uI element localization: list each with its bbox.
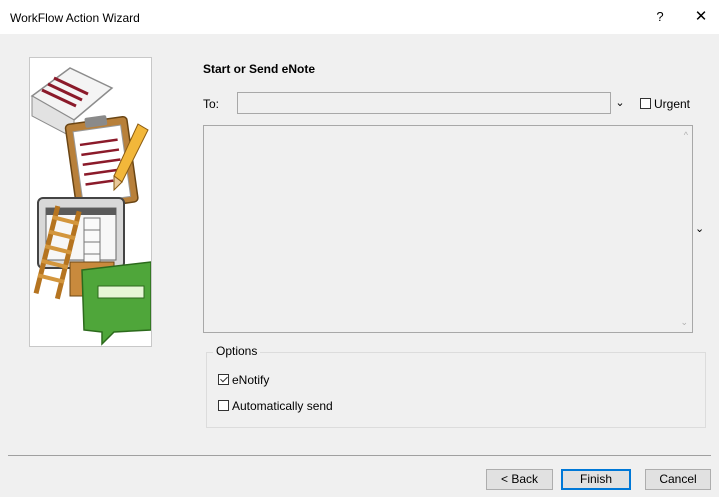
back-button[interactable]: < Back (486, 469, 553, 490)
urgent-checkbox-option[interactable]: Urgent (640, 96, 690, 111)
help-button[interactable]: ? (650, 7, 670, 27)
to-dropdown-chevron-down-icon[interactable]: ⌄ (612, 92, 628, 114)
options-group (206, 352, 706, 428)
window-title: WorkFlow Action Wizard (10, 11, 140, 25)
urgent-checkbox[interactable] (640, 98, 651, 110)
to-input[interactable] (237, 92, 611, 114)
options-legend: Options (213, 344, 261, 358)
wizard-side-illustration (29, 57, 152, 347)
enotify-option[interactable]: eNotify (218, 372, 269, 387)
auto-send-option[interactable]: Automatically send (218, 398, 333, 413)
close-button[interactable]: ✕ (689, 6, 713, 28)
message-textarea[interactable]: ^ ⌄ (203, 125, 693, 333)
enotify-checkbox[interactable] (218, 374, 229, 386)
wizard-illustration-icon (30, 67, 151, 346)
auto-send-label: Automatically send (232, 398, 333, 413)
message-expand-chevron-down-icon[interactable]: ⌄ (695, 222, 704, 235)
urgent-label: Urgent (654, 96, 691, 111)
page-title: Start or Send eNote (203, 62, 316, 76)
to-label: To: (203, 97, 220, 111)
message-scroll-up-icon[interactable]: ^ (684, 130, 688, 140)
finish-button[interactable]: Finish (561, 469, 631, 490)
auto-send-checkbox[interactable] (218, 400, 229, 412)
message-scroll-down-icon[interactable]: ⌄ (680, 317, 688, 328)
title-bar: WorkFlow Action Wizard ? ✕ (0, 0, 719, 34)
footer-divider (8, 455, 711, 456)
cancel-button[interactable]: Cancel (645, 469, 711, 490)
enotify-label: eNotify (232, 372, 270, 387)
